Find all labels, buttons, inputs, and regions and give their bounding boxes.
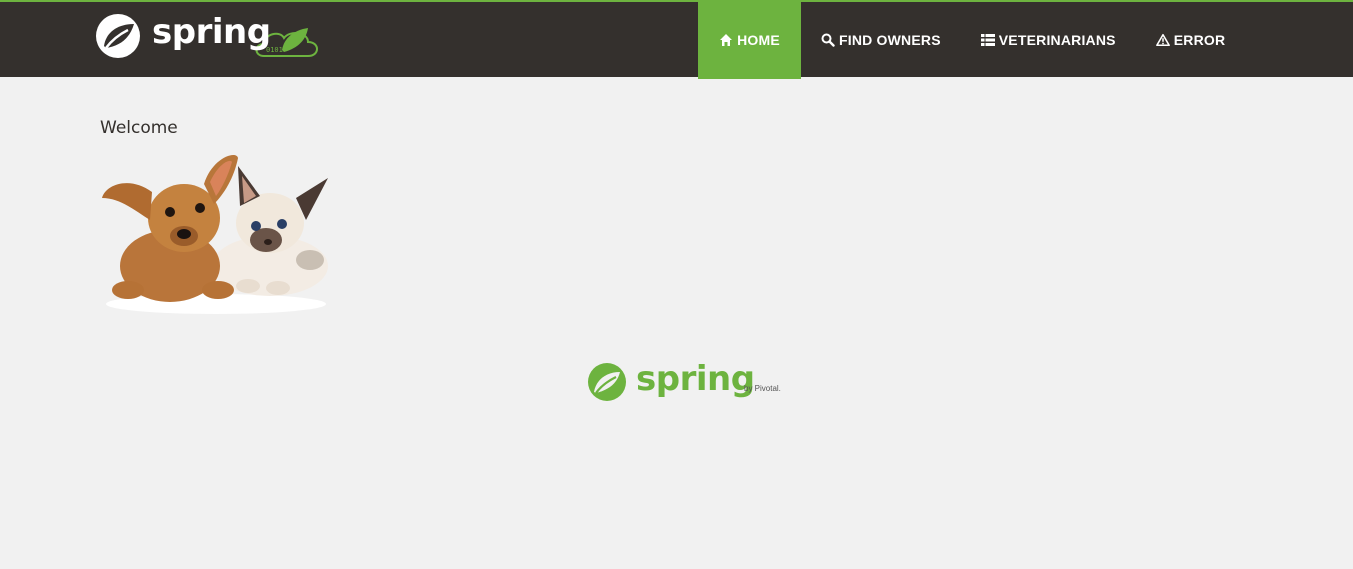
- nav-veterinarians-label: VETERINARIANS: [998, 31, 1116, 48]
- nav-veterinarians[interactable]: VETERINARIANS: [961, 0, 1136, 79]
- footer-wordmark: spring: [636, 359, 755, 399]
- nav-error-label: ERROR: [1173, 31, 1226, 48]
- nav-error[interactable]: ERROR: [1136, 0, 1246, 79]
- home-icon: [719, 33, 733, 47]
- brand-wordmark: spring: [152, 12, 271, 52]
- nav-home-label: HOME: [737, 31, 780, 48]
- warning-icon: [1155, 33, 1170, 47]
- page-heading: Welcome: [100, 118, 178, 138]
- main-nav: HOME FIND OWNERS VETERINARIANS ERROR: [698, 0, 1245, 79]
- nav-home[interactable]: HOME: [698, 0, 801, 79]
- nav-find-owners-label: FIND OWNERS: [839, 31, 941, 48]
- nav-find-owners[interactable]: FIND OWNERS: [801, 0, 961, 79]
- navbar: 0101 spring HOME FIND OWNERS VETERINARIA…: [0, 0, 1353, 79]
- search-icon: [821, 33, 835, 47]
- footer-byline: by Pivotal.: [744, 384, 781, 393]
- list-icon: [980, 33, 995, 47]
- pets-image: [102, 155, 328, 314]
